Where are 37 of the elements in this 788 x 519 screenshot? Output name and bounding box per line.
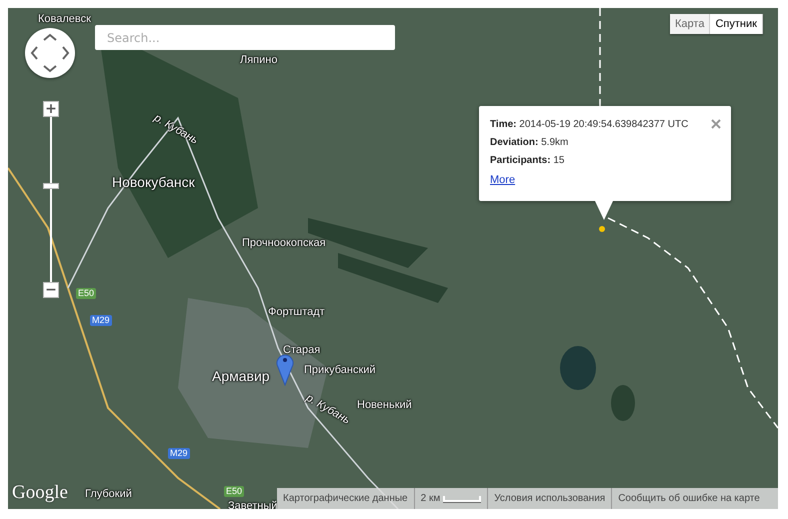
lake: [560, 346, 596, 390]
road-shield: M29: [90, 315, 112, 326]
zoom-slider-thumb[interactable]: [43, 182, 59, 189]
event-marker[interactable]: [599, 226, 605, 232]
place-label: Глубокий: [85, 488, 132, 500]
place-label: Фортштадт: [268, 306, 325, 318]
search-field[interactable]: Search...: [95, 25, 395, 50]
scale-bar-icon: [443, 496, 482, 502]
place-label: Новенький: [357, 399, 412, 411]
google-logo: Google: [12, 482, 68, 504]
place-label: Прикубанский: [304, 364, 376, 376]
city-label: Армавир: [212, 368, 270, 384]
place-label: Прочноокопская: [242, 237, 326, 249]
zoom-in-button[interactable]: +: [43, 101, 59, 117]
info-text: Time: 2014-05-19 20:49:54.639842377 UTC: [490, 118, 688, 132]
place-label: Ляпино: [240, 54, 278, 66]
place-label: Старая: [283, 344, 320, 356]
scale-text: 2 км: [420, 492, 440, 506]
satellite-map[interactable]: [8, 8, 778, 509]
map-type-button[interactable]: Карта: [670, 14, 710, 34]
pond: [611, 385, 635, 421]
terms-link[interactable]: Условия использования: [488, 488, 612, 509]
place-label: Заветный: [228, 500, 278, 509]
pan-control[interactable]: [25, 28, 75, 78]
info-text: Deviation: 5.9km: [490, 136, 568, 150]
report-error-link[interactable]: Сообщить об ошибке на карте: [612, 488, 766, 509]
road-shield: E50: [224, 486, 244, 497]
place-label: Ковалевск: [38, 13, 91, 25]
info-window-pointer: [595, 201, 613, 220]
map-type-button[interactable]: Спутник: [710, 14, 763, 34]
info-text: Participants: 15: [490, 154, 564, 168]
more-link[interactable]: More: [490, 174, 516, 186]
close-icon[interactable]: [711, 119, 721, 129]
zoom-out-button[interactable]: −: [43, 282, 59, 298]
road-shield: E50: [76, 288, 96, 299]
map-data-text: Картографические данные: [277, 488, 415, 509]
road-shield: M29: [168, 448, 190, 459]
